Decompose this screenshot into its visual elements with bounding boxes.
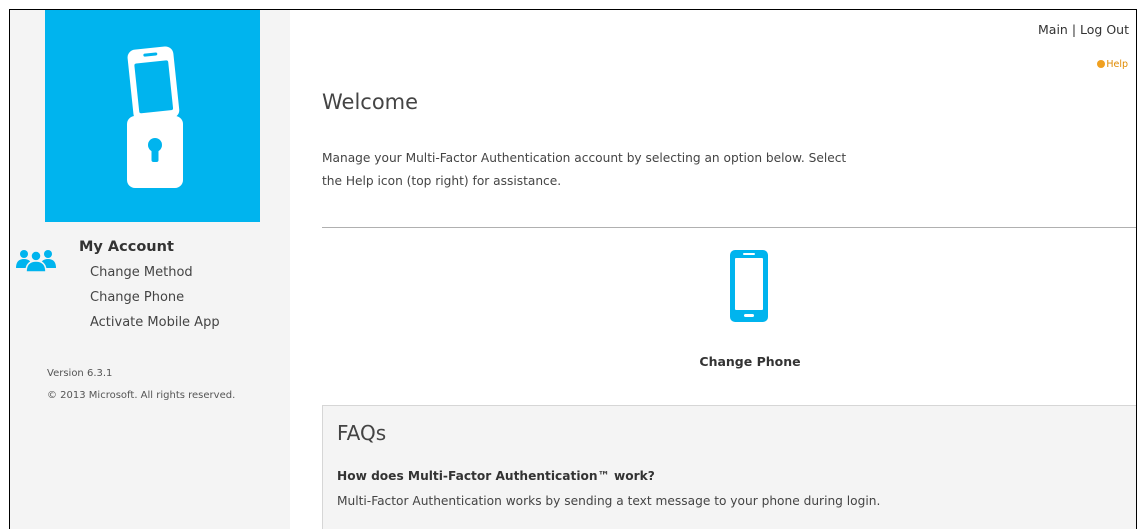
divider xyxy=(322,227,1136,228)
link-separator: | xyxy=(1071,22,1077,37)
copyright-text: © 2013 Microsoft. All rights reserved. xyxy=(47,390,236,401)
portal-window: My Account Change Method Change Phone Ac… xyxy=(9,9,1137,529)
help-link[interactable]: Help xyxy=(1097,59,1128,70)
users-icon xyxy=(15,246,59,273)
sidebar-item-change-method[interactable]: Change Method xyxy=(90,265,193,280)
page-frame: My Account Change Method Change Phone Ac… xyxy=(0,0,1147,529)
phone-icon xyxy=(730,250,768,322)
faq-heading: FAQs xyxy=(337,421,387,445)
logout-link[interactable]: Log Out xyxy=(1080,22,1129,37)
faq-panel: FAQs How does Multi-Factor Authenticatio… xyxy=(322,405,1136,529)
intro-text: Manage your Multi-Factor Authentication … xyxy=(322,151,847,188)
change-phone-label: Change Phone xyxy=(699,354,801,369)
brand-logo-tile xyxy=(45,10,260,222)
faq-answer: Multi-Factor Authentication works by sen… xyxy=(337,494,881,508)
faq-question: How does Multi-Factor Authentication™ wo… xyxy=(337,469,655,483)
sidebar-item-change-phone[interactable]: Change Phone xyxy=(90,290,184,305)
sidebar: My Account Change Method Change Phone Ac… xyxy=(10,10,290,529)
page-title: Welcome xyxy=(322,90,419,114)
help-icon xyxy=(1097,60,1106,68)
my-account-heading: My Account xyxy=(79,239,174,255)
version-text: Version 6.3.1 xyxy=(47,368,113,379)
phone-lock-logo-icon xyxy=(127,46,183,188)
change-phone-tile[interactable]: Change Phone xyxy=(670,245,830,380)
help-label: Help xyxy=(1106,59,1128,70)
top-links: Main | Log Out xyxy=(1038,22,1129,37)
sidebar-item-activate-mobile-app[interactable]: Activate Mobile App xyxy=(90,315,220,330)
main-link[interactable]: Main xyxy=(1038,22,1068,37)
